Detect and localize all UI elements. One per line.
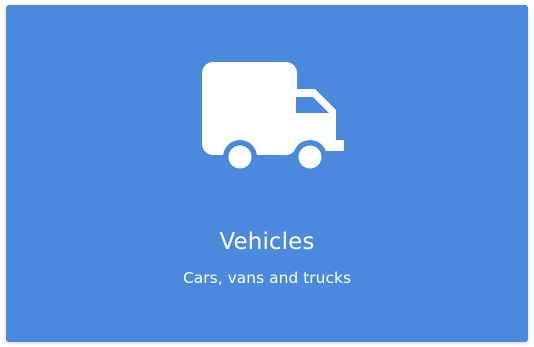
- vehicles-category-tile[interactable]: Vehicles Cars, vans and trucks: [6, 5, 528, 342]
- truck-icon: [202, 62, 344, 174]
- tile-subtitle: Cars, vans and trucks: [182, 269, 352, 287]
- tile-title: Vehicles: [219, 229, 315, 255]
